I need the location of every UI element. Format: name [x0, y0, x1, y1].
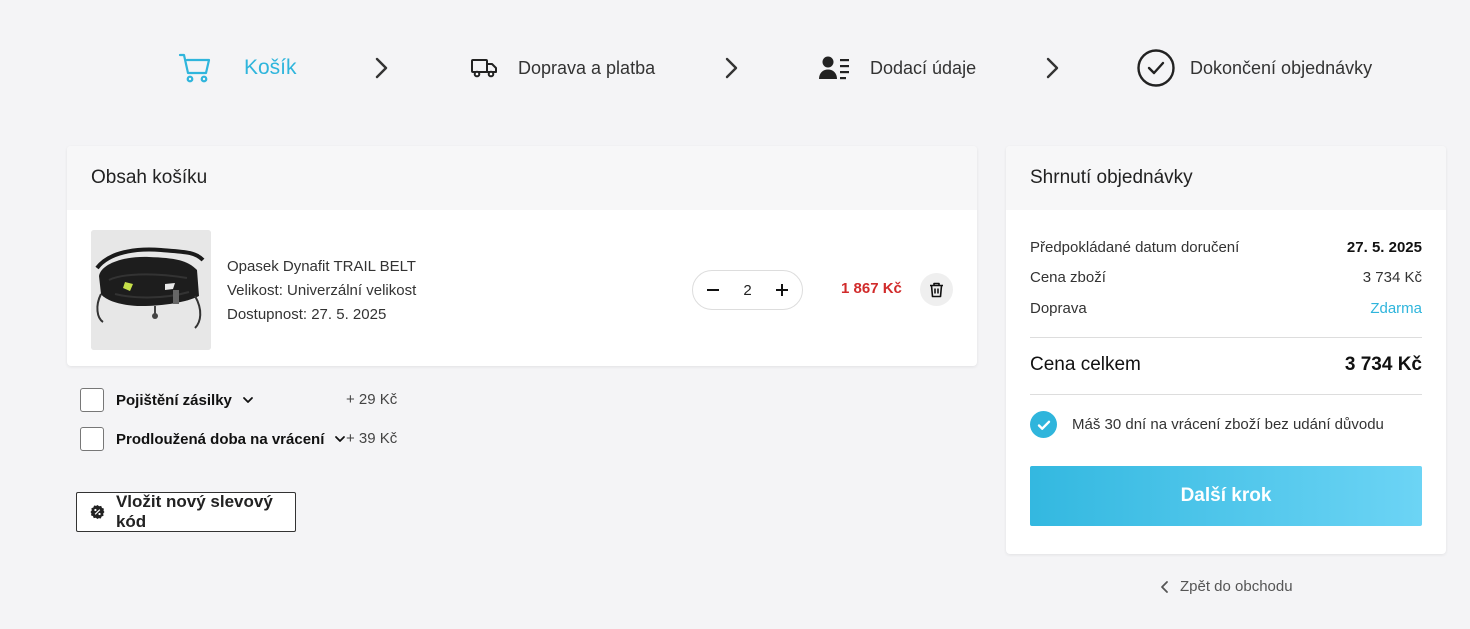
- user-list-icon: [819, 56, 849, 80]
- summary-row-delivery-date: Předpokládané datum doručení 27. 5. 2025: [1030, 239, 1422, 256]
- increase-quantity-button[interactable]: [774, 282, 790, 298]
- back-link-label: Zpět do obchodu: [1180, 578, 1293, 595]
- cart-card: Obsah košíku Opasek Dynafit TRAIL BELT V…: [67, 146, 977, 366]
- chevron-right-icon: [375, 57, 388, 79]
- step-label: Dodací údaje: [870, 57, 977, 78]
- divider: [1030, 394, 1422, 395]
- step-label: Dokončení objednávky: [1190, 57, 1373, 78]
- plus-icon: [776, 284, 788, 296]
- total-value: 3 734 Kč: [1344, 354, 1422, 375]
- summary-total: Cena celkem 3 734 Kč: [1030, 354, 1422, 376]
- addon-price: + 29 Kč: [346, 391, 398, 408]
- product-size: Velikost: Univerzální velikost: [227, 282, 417, 299]
- step-delivery-details[interactable]: Dodací údaje: [818, 46, 976, 90]
- row-label: Doprava: [1030, 300, 1087, 317]
- back-to-shop-link[interactable]: Zpět do obchodu: [1160, 578, 1293, 595]
- addon-label[interactable]: Prodloužená doba na vrácení: [116, 431, 324, 448]
- addon-price: + 39 Kč: [346, 430, 398, 447]
- returns-text: Máš 30 dní na vrácení zboží bez udání dů…: [1072, 416, 1384, 433]
- chevron-right-icon: [725, 57, 738, 79]
- trash-icon: [930, 282, 943, 297]
- row-label: Cena zboží: [1030, 269, 1106, 286]
- checkout-steps: Košík Doprava a platba Dodací údaje Doko…: [0, 0, 1470, 130]
- step-cart[interactable]: Košík: [178, 46, 297, 90]
- minus-icon: [707, 289, 719, 291]
- step-shipping[interactable]: Doprava a platba: [470, 46, 655, 90]
- truck-icon: [471, 59, 497, 78]
- product-name-link[interactable]: Opasek Dynafit TRAIL BELT: [227, 255, 416, 279]
- cart-icon: [178, 53, 211, 83]
- addon-shipping-insurance: Pojištění zásilky: [80, 388, 254, 412]
- next-step-button[interactable]: Další krok: [1030, 466, 1422, 526]
- step-completion[interactable]: Dokončení objednávky: [1136, 46, 1372, 90]
- cart-item: Opasek Dynafit TRAIL BELT Velikost: Univ…: [67, 210, 977, 366]
- extended-return-checkbox[interactable]: [80, 427, 104, 451]
- step-label: Doprava a platba: [518, 57, 656, 78]
- returns-info: Máš 30 dní na vrácení zboží bez udání dů…: [1030, 411, 1384, 438]
- cart-title: Obsah košíku: [67, 146, 977, 210]
- discount-badge-icon: [90, 504, 105, 520]
- summary-row-shipping: Doprava Zdarma: [1030, 300, 1422, 317]
- chevron-left-icon: [1161, 580, 1168, 593]
- summary-row-goods-price: Cena zboží 3 734 Kč: [1030, 269, 1422, 286]
- item-info: Opasek Dynafit TRAIL BELT Velikost: Univ…: [227, 255, 416, 327]
- add-discount-code-button[interactable]: Vložit nový slevový kód: [76, 492, 296, 532]
- remove-item-button[interactable]: [920, 273, 953, 306]
- quantity-value[interactable]: 2: [743, 282, 751, 299]
- chevron-down-icon[interactable]: [242, 394, 254, 406]
- addon-extended-return: Prodloužená doba na vrácení: [80, 427, 346, 451]
- row-value: 3 734 Kč: [1362, 269, 1422, 286]
- chevron-down-icon[interactable]: [334, 433, 346, 445]
- discount-button-label: Vložit nový slevový kód: [115, 492, 273, 531]
- row-label: Předpokládané datum doručení: [1030, 239, 1240, 256]
- row-value: 27. 5. 2025: [1346, 239, 1422, 256]
- order-summary-card: Shrnutí objednávky Předpokládané datum d…: [1006, 146, 1446, 554]
- item-price: 1 867 Kč: [841, 280, 902, 297]
- row-value: Zdarma: [1370, 300, 1422, 317]
- shipping-insurance-checkbox[interactable]: [80, 388, 104, 412]
- product-image[interactable]: [91, 230, 211, 350]
- chevron-right-icon: [1046, 57, 1059, 79]
- addon-label[interactable]: Pojištění zásilky: [116, 392, 232, 409]
- summary-title: Shrnutí objednávky: [1006, 146, 1446, 210]
- step-label: Košík: [244, 56, 297, 79]
- check-circle-icon: [1137, 49, 1175, 87]
- product-availability: Dostupnost: 27. 5. 2025: [227, 306, 387, 323]
- check-circle-icon: [1030, 411, 1057, 438]
- divider: [1030, 337, 1422, 338]
- decrease-quantity-button[interactable]: [705, 282, 721, 298]
- total-label: Cena celkem: [1030, 354, 1141, 375]
- quantity-stepper: 2: [692, 270, 803, 310]
